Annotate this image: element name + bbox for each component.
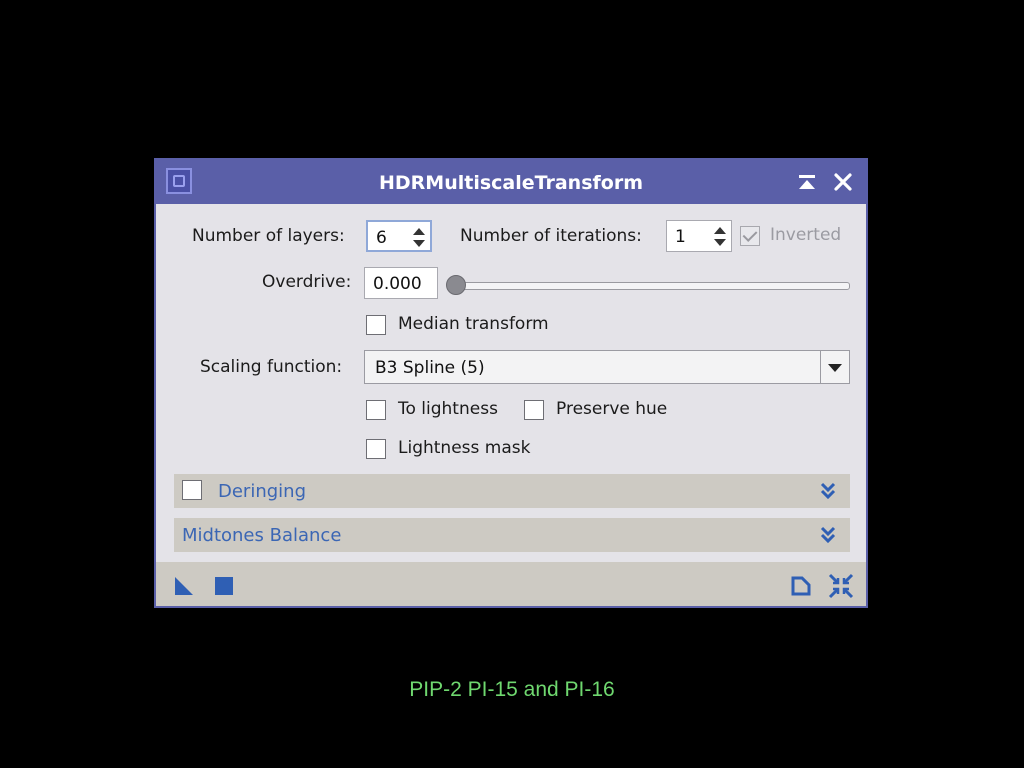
deringing-section-header[interactable]: Deringing — [174, 474, 850, 508]
expand-icon[interactable] — [820, 526, 836, 544]
chevron-down-icon[interactable] — [820, 351, 849, 383]
median-transform-label: Median transform — [398, 314, 549, 334]
reset-icon[interactable] — [828, 573, 854, 599]
layers-value: 6 — [376, 228, 387, 248]
scaling-function-select[interactable]: B3 Spline (5) — [364, 350, 850, 384]
inverted-checkbox[interactable] — [740, 226, 760, 246]
lightness-mask-checkbox[interactable] — [366, 439, 386, 459]
overdrive-slider-track[interactable] — [454, 282, 850, 290]
iterations-value: 1 — [675, 227, 686, 247]
iterations-up-arrow-icon[interactable] — [714, 227, 726, 234]
to-lightness-label: To lightness — [398, 399, 498, 419]
preserve-hue-checkbox[interactable] — [524, 400, 544, 420]
layers-label: Number of layers: — [192, 226, 345, 246]
iterations-spinbox[interactable]: 1 — [666, 220, 732, 252]
window-title: HDRMultiscaleTransform — [378, 172, 644, 194]
document-icon[interactable] — [790, 575, 812, 597]
close-icon[interactable] — [832, 171, 854, 193]
layers-spinbox[interactable]: 6 — [366, 220, 432, 252]
lightness-mask-label: Lightness mask — [398, 438, 531, 458]
overdrive-slider-handle[interactable] — [446, 275, 466, 295]
to-lightness-checkbox[interactable] — [366, 400, 386, 420]
preserve-hue-label: Preserve hue — [556, 399, 668, 419]
hdr-multiscale-transform-window: HDRMultiscaleTransform Number of layers:… — [154, 158, 868, 608]
expand-icon[interactable] — [820, 482, 836, 500]
inverted-label: Inverted — [770, 225, 842, 245]
iterations-label: Number of iterations: — [460, 226, 642, 246]
deringing-title: Deringing — [218, 481, 307, 502]
new-instance-icon[interactable] — [174, 576, 194, 596]
bottom-toolbar — [156, 562, 866, 606]
median-transform-checkbox[interactable] — [366, 315, 386, 335]
scaling-function-label: Scaling function: — [200, 357, 343, 377]
caption-text: PIP-2 PI-15 and PI-16 — [409, 678, 615, 701]
overdrive-field[interactable]: 0.000 — [364, 267, 438, 299]
apply-global-icon[interactable] — [214, 576, 234, 596]
midtones-section-header[interactable]: Midtones Balance — [174, 518, 850, 552]
titlebar[interactable]: HDRMultiscaleTransform — [156, 160, 866, 204]
iterations-stepper[interactable] — [711, 223, 729, 249]
layers-up-arrow-icon[interactable] — [413, 228, 425, 235]
midtones-title: Midtones Balance — [182, 525, 342, 546]
scaling-function-value: B3 Spline (5) — [375, 358, 485, 378]
deringing-checkbox[interactable] — [182, 480, 202, 500]
iterations-down-arrow-icon[interactable] — [714, 239, 726, 246]
overdrive-label: Overdrive: — [262, 272, 352, 292]
shade-icon[interactable] — [796, 171, 818, 193]
layers-stepper[interactable] — [410, 224, 428, 250]
layers-down-arrow-icon[interactable] — [413, 240, 425, 247]
